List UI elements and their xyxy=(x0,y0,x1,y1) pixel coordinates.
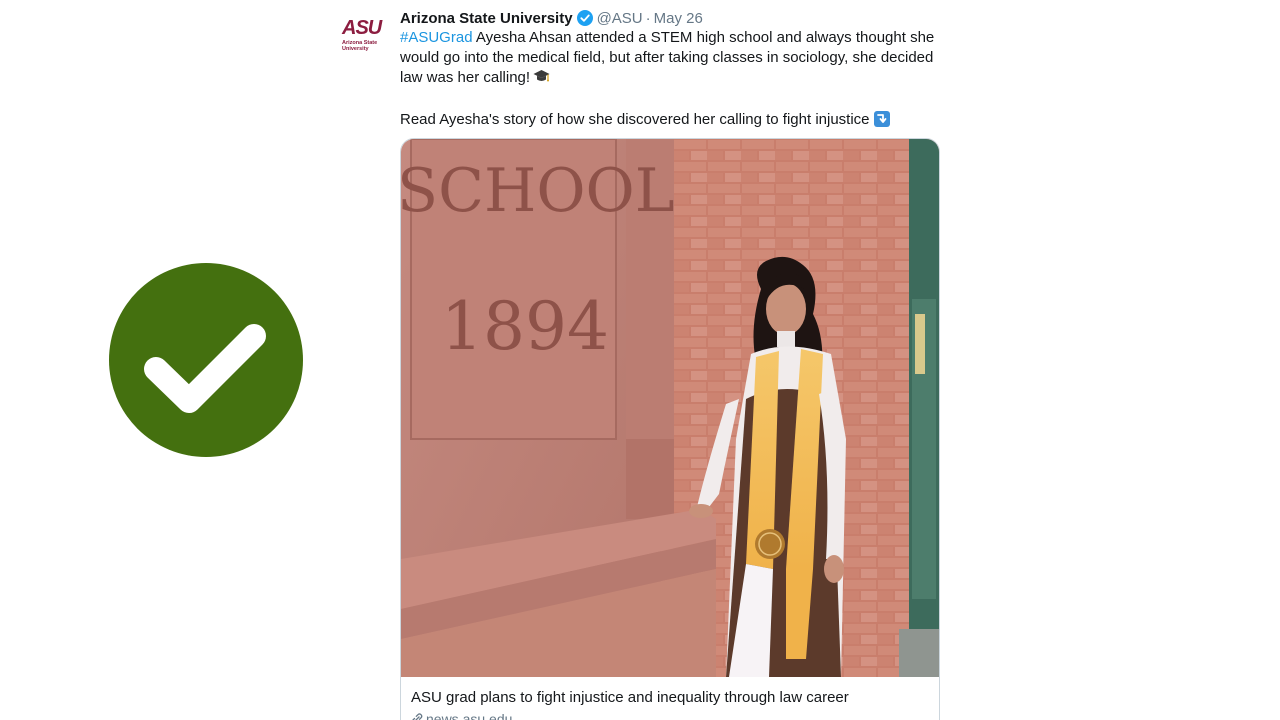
photo-engraving-year: 1894 xyxy=(441,288,609,365)
avatar[interactable]: ASU Arizona State University xyxy=(340,16,388,64)
card-title[interactable]: ASU grad plans to fight injustice and in… xyxy=(411,688,931,708)
asu-logo-subtext: Arizona State University xyxy=(342,40,378,52)
tweet-header: Arizona State University @ASU · May 26 xyxy=(400,9,703,29)
card-domain-text: news.asu.edu xyxy=(426,711,513,720)
display-name[interactable]: Arizona State University xyxy=(400,10,573,27)
tweet-date[interactable]: May 26 xyxy=(654,10,703,27)
graduation-cap-icon xyxy=(533,69,550,90)
stage: ASU Arizona State University Arizona Sta… xyxy=(0,0,1280,720)
photo-engraving-school: SCHOOL xyxy=(401,156,675,226)
card-domain[interactable]: news.asu.edu xyxy=(411,710,512,720)
tweet-body-1: Ayesha Ahsan attended a STEM high school… xyxy=(400,29,935,86)
asu-logo-mark: ASU xyxy=(342,17,382,39)
arrow-down-right-icon xyxy=(873,111,890,133)
link-icon xyxy=(411,712,423,720)
tweet-paragraph-1: #ASUGrad Ayesha Ahsan attended a STEM hi… xyxy=(400,28,945,90)
checkmark-icon xyxy=(144,324,266,413)
handle[interactable]: @ASU xyxy=(597,10,643,27)
tweet-paragraph-2: Read Ayesha's story of how she discovere… xyxy=(400,110,945,133)
card-photo[interactable]: SCHOOL 1894 xyxy=(401,139,939,677)
link-card[interactable]: SCHOOL 1894 ASU grad plans to fight inju… xyxy=(400,138,940,720)
tweet-text: #ASUGrad Ayesha Ahsan attended a STEM hi… xyxy=(400,28,945,133)
tweet-body-2: Read Ayesha's story of how she discovere… xyxy=(400,111,870,128)
separator-dot: · xyxy=(645,10,651,27)
tweet[interactable]: ASU Arizona State University Arizona Sta… xyxy=(340,0,960,720)
checkmark-badge xyxy=(109,263,303,457)
hashtag-link[interactable]: #ASUGrad xyxy=(400,29,473,46)
